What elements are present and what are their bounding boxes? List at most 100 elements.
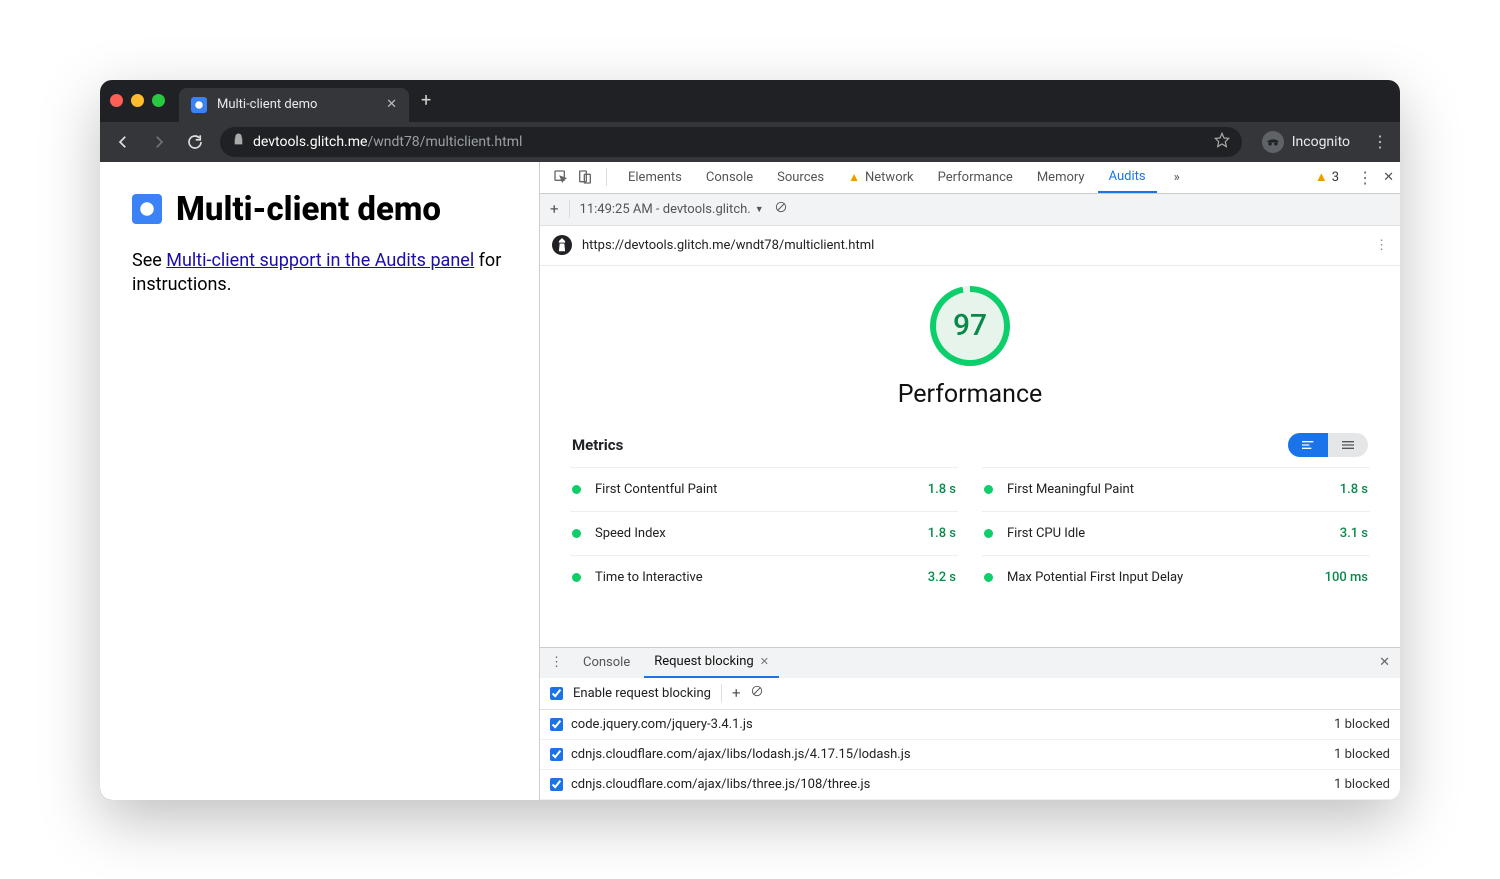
rule-pattern: cdnjs.cloudflare.com/ajax/libs/lodash.js… <box>571 747 911 762</box>
devtools-panel: Elements Console Sources ▲Network Perfor… <box>540 162 1400 800</box>
close-window-button[interactable] <box>110 94 123 107</box>
status-dot-icon <box>572 485 581 494</box>
metric-name: Speed Index <box>595 526 666 541</box>
url-path: /wndt78/multiclient.html <box>367 134 522 150</box>
drawer-tab-request-blocking[interactable]: Request blocking ✕ <box>644 648 779 678</box>
tab-memory[interactable]: Memory <box>1026 162 1096 194</box>
blocking-rule[interactable]: cdnjs.cloudflare.com/ajax/libs/lodash.js… <box>540 740 1400 770</box>
back-button[interactable] <box>112 133 134 151</box>
window-controls <box>110 94 165 107</box>
separator <box>569 200 570 218</box>
status-dot-icon <box>572 573 581 582</box>
inspect-element-button[interactable] <box>550 169 572 185</box>
metric-row: Time to Interactive 3.2 s <box>570 555 958 599</box>
devtools-menu-button[interactable]: ⋮ <box>1357 168 1373 187</box>
tabs-overflow-button[interactable]: » <box>1163 162 1191 194</box>
page-viewport: Multi-client demo See Multi-client suppo… <box>100 162 540 800</box>
rule-checkbox[interactable] <box>550 718 563 731</box>
page-text-pre: See <box>132 250 166 271</box>
metrics-title: Metrics <box>572 436 623 454</box>
audit-options-button[interactable]: ⋮ <box>1375 238 1388 253</box>
metric-value: 3.1 s <box>1340 526 1368 541</box>
status-dot-icon <box>984 529 993 538</box>
metric-row: Speed Index 1.8 s <box>570 511 958 555</box>
view-expanded-button[interactable] <box>1328 433 1368 457</box>
page-logo-icon <box>132 194 162 224</box>
rule-pattern: cdnjs.cloudflare.com/ajax/libs/three.js/… <box>571 777 870 792</box>
blocking-rule[interactable]: cdnjs.cloudflare.com/ajax/libs/three.js/… <box>540 770 1400 800</box>
tab-elements[interactable]: Elements <box>617 162 693 194</box>
devtools-close-button[interactable]: ✕ <box>1383 170 1394 185</box>
tab-strip: Multi-client demo ✕ + <box>100 80 1400 122</box>
toggle-device-button[interactable] <box>574 169 596 185</box>
browser-tab[interactable]: Multi-client demo ✕ <box>179 88 409 122</box>
clear-patterns-button[interactable] <box>750 684 764 702</box>
blocking-rule[interactable]: code.jquery.com/jquery-3.4.1.js 1 blocke… <box>540 710 1400 740</box>
warnings-count: 3 <box>1332 170 1339 185</box>
audit-report: 97 Performance Metrics <box>540 266 1400 647</box>
audit-url-text: https://devtools.glitch.me/wndt78/multic… <box>582 238 874 253</box>
metric-value: 1.8 s <box>1340 482 1368 497</box>
lighthouse-icon <box>552 235 572 255</box>
incognito-indicator[interactable]: Incognito <box>1262 131 1350 153</box>
warnings-badge[interactable]: ▲ 3 <box>1315 169 1339 185</box>
rule-count: 1 blocked <box>1334 717 1390 732</box>
reload-button[interactable] <box>184 133 206 151</box>
drawer-tab-console[interactable]: Console <box>573 648 640 678</box>
clear-audits-button[interactable] <box>774 200 788 218</box>
drawer-close-button[interactable]: ✕ <box>1379 655 1390 670</box>
rule-count: 1 blocked <box>1334 777 1390 792</box>
content-area: Multi-client demo See Multi-client suppo… <box>100 162 1400 800</box>
page-link[interactable]: Multi-client support in the Audits panel <box>166 250 474 271</box>
dropdown-caret-icon: ▼ <box>755 204 764 215</box>
rule-checkbox[interactable] <box>550 778 563 791</box>
blocking-toolbar: Enable request blocking + <box>540 678 1400 710</box>
maximize-window-button[interactable] <box>152 94 165 107</box>
tab-performance[interactable]: Performance <box>927 162 1024 194</box>
separator <box>606 168 607 186</box>
tab-favicon <box>191 97 207 113</box>
close-drawer-tab-button[interactable]: ✕ <box>760 655 769 668</box>
enable-blocking-checkbox[interactable] <box>550 687 563 700</box>
metric-row: First CPU Idle 3.1 s <box>982 511 1370 555</box>
metric-value: 100 ms <box>1325 570 1368 585</box>
metric-row: Max Potential First Input Delay 100 ms <box>982 555 1370 599</box>
blocking-list: code.jquery.com/jquery-3.4.1.js 1 blocke… <box>540 710 1400 800</box>
incognito-icon <box>1262 131 1284 153</box>
rule-checkbox[interactable] <box>550 748 563 761</box>
audits-toolbar: + 11:49:25 AM - devtools.glitch. ▼ <box>540 194 1400 226</box>
forward-button[interactable] <box>148 133 170 151</box>
metric-name: First Meaningful Paint <box>1007 482 1134 497</box>
tab-network[interactable]: ▲Network <box>837 162 925 194</box>
audit-run-selector[interactable]: 11:49:25 AM - devtools.glitch. ▼ <box>580 202 764 217</box>
metric-row: First Meaningful Paint 1.8 s <box>982 467 1370 511</box>
view-collapsed-button[interactable] <box>1288 433 1328 457</box>
tab-console[interactable]: Console <box>695 162 764 194</box>
new-audit-button[interactable]: + <box>550 200 559 218</box>
incognito-label: Incognito <box>1292 134 1350 150</box>
browser-menu-button[interactable]: ⋮ <box>1372 132 1388 151</box>
add-pattern-button[interactable]: + <box>732 684 741 702</box>
audit-run-label: 11:49:25 AM - devtools.glitch. <box>580 202 751 217</box>
metric-row: First Contentful Paint 1.8 s <box>570 467 958 511</box>
metrics-view-toggle[interactable] <box>1288 433 1368 457</box>
metric-name: First CPU Idle <box>1007 526 1085 541</box>
tab-audits[interactable]: Audits <box>1098 162 1157 194</box>
drawer-menu-button[interactable]: ⋮ <box>550 655 563 670</box>
warning-icon: ▲ <box>1315 169 1328 185</box>
address-bar[interactable]: devtools.glitch.me/wndt78/multiclient.ht… <box>220 127 1242 157</box>
tab-sources[interactable]: Sources <box>766 162 835 194</box>
url-host: devtools.glitch.me <box>253 134 367 150</box>
metrics-grid: First Contentful Paint 1.8 s First Meani… <box>570 467 1370 599</box>
close-tab-button[interactable]: ✕ <box>386 97 397 112</box>
metric-value: 3.2 s <box>928 570 956 585</box>
score-gauge-ring: 97 <box>930 286 1010 366</box>
metric-name: Time to Interactive <box>595 570 703 585</box>
minimize-window-button[interactable] <box>131 94 144 107</box>
devtools-drawer: ⋮ Console Request blocking ✕ ✕ Enable re… <box>540 647 1400 800</box>
new-tab-button[interactable]: + <box>421 90 431 111</box>
metric-name: Max Potential First Input Delay <box>1007 570 1183 585</box>
metrics-header: Metrics <box>570 433 1370 467</box>
bookmark-button[interactable] <box>1214 132 1230 152</box>
metric-value: 1.8 s <box>928 482 956 497</box>
